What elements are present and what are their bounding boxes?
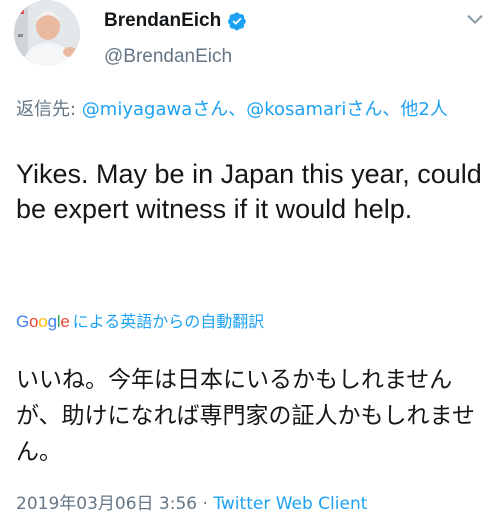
google-letter: o — [38, 312, 48, 331]
mention-miyagawa[interactable]: @miyagawa — [82, 99, 192, 120]
google-letter: g — [47, 312, 57, 331]
verified-badge-icon — [228, 12, 246, 31]
reply-others-link[interactable]: 他2人 — [400, 99, 447, 120]
google-letter: G — [16, 312, 30, 331]
reply-to-line: 返信先: @miyagawaさん、@kosamariさん、他2人 — [16, 96, 486, 123]
google-logo: Google — [16, 312, 70, 332]
avatar[interactable] — [14, 0, 80, 66]
tweet-source-link[interactable]: Twitter Web Client — [213, 494, 367, 514]
chevron-down-icon[interactable] — [464, 8, 486, 30]
translation-attribution[interactable]: Google による英語からの自動翻訳 — [16, 308, 264, 332]
author-display-name[interactable]: BrendanEich — [104, 10, 221, 32]
translation-label: による英語からの自動翻訳 — [72, 312, 265, 331]
reply-prefix: 返信先: — [16, 99, 82, 120]
author-handle[interactable]: @BrendanEich — [104, 46, 232, 68]
mention-suffix-2[interactable]: さん、 — [346, 99, 400, 120]
tweet-text: Yikes. May be in Japan this year, could … — [16, 159, 482, 224]
mention-kosamari[interactable]: @kosamari — [246, 99, 346, 120]
mention-suffix-1[interactable]: さん、 — [192, 99, 246, 120]
google-letter: e — [60, 312, 70, 331]
avatar-photo — [14, 0, 80, 66]
tweet-timestamp[interactable]: 2019年03月06日 3:56 — [16, 494, 197, 514]
tweet-meta: 2019年03月06日 3:56 · Twitter Web Client — [16, 489, 367, 514]
google-letter: o — [29, 312, 39, 331]
author-name-row: BrendanEich — [104, 10, 247, 32]
translated-text: いいね。今年は日本にいるかもしれませんが、助けになれば専門家の証人かもしれません… — [16, 367, 475, 465]
meta-separator: · — [197, 494, 214, 514]
